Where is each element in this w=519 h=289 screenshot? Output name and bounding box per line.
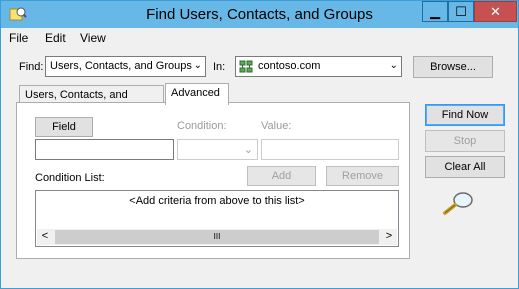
condition-label: Condition:	[177, 120, 227, 132]
stop-button[interactable]: Stop	[425, 130, 505, 152]
title-bar[interactable]: Find Users, Contacts, and Groups ▁ ☐ ✕	[1, 1, 518, 28]
find-now-button[interactable]: Find Now	[425, 104, 505, 126]
domain-tree-icon	[239, 60, 254, 76]
magnifier-icon	[441, 191, 477, 220]
remove-button[interactable]: Remove	[326, 166, 399, 186]
find-label: Find:	[19, 61, 44, 73]
in-location-select[interactable]: contoso.com ⌄	[235, 56, 402, 77]
chevron-down-icon: ⌄	[193, 60, 202, 71]
in-location-value: contoso.com	[258, 60, 321, 72]
chevron-down-icon: ⌄	[243, 144, 253, 156]
scroll-thumb[interactable]: III	[55, 230, 379, 244]
tab-advanced[interactable]: Advanced	[165, 83, 229, 105]
menu-file[interactable]: File	[9, 31, 28, 45]
add-button[interactable]: Add	[247, 166, 316, 186]
menu-view[interactable]: View	[80, 31, 106, 45]
value-input[interactable]	[261, 139, 399, 160]
field-button[interactable]: Field	[35, 117, 93, 137]
condition-list-label: Condition List:	[35, 172, 105, 184]
in-label: In:	[213, 61, 226, 73]
menu-edit[interactable]: Edit	[45, 31, 66, 45]
condition-list[interactable]: <Add criteria from above to this list> <…	[35, 190, 399, 247]
find-type-select[interactable]: Users, Contacts, and Groups ⌄	[45, 56, 206, 77]
menu-bar: File Edit View	[1, 28, 518, 48]
scroll-left-icon[interactable]: <	[37, 230, 53, 242]
browse-button[interactable]: Browse...	[413, 56, 493, 78]
maximize-button[interactable]: ☐	[448, 1, 474, 22]
minimize-icon: ▁	[430, 4, 440, 19]
clear-all-button[interactable]: Clear All	[425, 156, 505, 178]
horizontal-scrollbar[interactable]: < III >	[37, 229, 397, 245]
condition-select[interactable]: ⌄	[177, 139, 258, 160]
scroll-right-icon[interactable]: >	[381, 230, 397, 242]
maximize-icon: ☐	[455, 4, 467, 19]
find-dialog-window: Find Users, Contacts, and Groups ▁ ☐ ✕ F…	[0, 0, 519, 289]
close-button[interactable]: ✕	[474, 1, 517, 22]
minimize-button[interactable]: ▁	[422, 1, 448, 22]
advanced-panel: Field Condition: Value: ⌄ Condition List…	[16, 102, 410, 259]
close-icon: ✕	[490, 4, 501, 19]
field-input[interactable]	[35, 139, 174, 160]
chevron-down-icon: ⌄	[389, 60, 398, 71]
condition-list-placeholder: <Add criteria from above to this list>	[129, 195, 305, 207]
find-type-value: Users, Contacts, and Groups	[50, 60, 192, 72]
value-label: Value:	[261, 120, 292, 132]
